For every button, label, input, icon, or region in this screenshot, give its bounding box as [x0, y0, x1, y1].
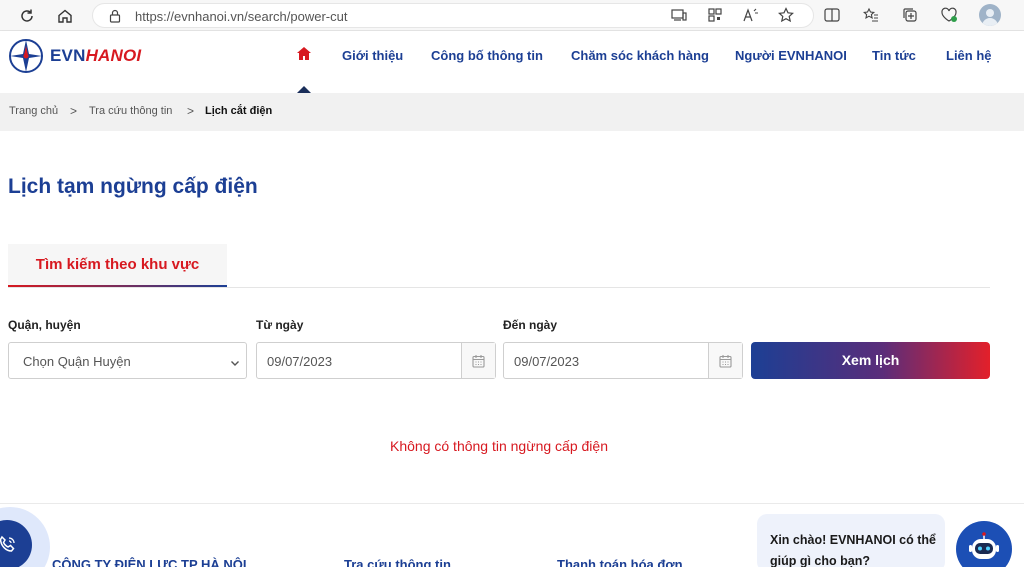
lock-icon: [109, 9, 121, 28]
breadcrumb: Trang chủ > Tra cứu thông tin > Lịch cắt…: [0, 93, 1024, 131]
qr-code-icon[interactable]: [706, 6, 724, 24]
calendar-icon[interactable]: [708, 343, 742, 378]
breadcrumb-home[interactable]: Trang chủ: [9, 105, 58, 117]
browser-essentials-icon[interactable]: [940, 6, 958, 24]
view-schedule-button[interactable]: Xem lịch: [751, 342, 990, 379]
view-schedule-label: Xem lịch: [841, 352, 900, 368]
app-available-icon[interactable]: [670, 6, 688, 24]
footer-lookup-heading: Tra cứu thông tin: [344, 557, 451, 567]
breadcrumb-tra-cuu[interactable]: Tra cứu thông tin: [89, 105, 172, 117]
url-text: https://evnhanoi.vn/search/power-cut: [135, 9, 348, 24]
chat-greeting-bubble[interactable]: Xin chào! EVNHANOI có thể giúp gì cho bạ…: [757, 514, 945, 567]
read-aloud-icon[interactable]: [742, 6, 760, 24]
favorite-star-icon[interactable]: [777, 6, 795, 24]
breadcrumb-separator: >: [187, 104, 195, 118]
profile-avatar[interactable]: [979, 4, 1001, 26]
footer-divider: [0, 503, 1024, 504]
chat-greeting-text: Xin chào! EVNHANOI có thể giúp gì cho bạ…: [770, 533, 936, 567]
menu-item-tin-tuc[interactable]: Tin tức: [872, 48, 916, 63]
chevron-down-icon: [230, 355, 240, 373]
from-date-value: 09/07/2023: [267, 354, 333, 369]
site-header: EVNHANOI Giới thiệu Công bố thông tin Ch…: [0, 31, 1024, 93]
page-title: Lịch tạm ngừng cấp điện: [8, 175, 258, 198]
tab-label: Tìm kiếm theo khu vực: [35, 256, 200, 273]
collections-icon[interactable]: [901, 6, 919, 24]
browser-toolbar: https://evnhanoi.vn/search/power-cut: [0, 0, 1024, 31]
favorites-list-icon[interactable]: [862, 6, 880, 24]
to-date-field[interactable]: 09/07/2023: [503, 342, 743, 379]
district-select[interactable]: Chọn Quận Huyện: [8, 342, 247, 379]
main-menu: Giới thiệu Công bố thông tin Chăm sóc kh…: [0, 48, 1024, 78]
district-select-value: Chọn Quận Huyện: [23, 354, 131, 369]
to-date-label: Đến ngày: [503, 318, 558, 332]
breadcrumb-separator: >: [70, 104, 78, 118]
menu-item-lien-he[interactable]: Liên hệ: [946, 48, 992, 63]
from-date-field[interactable]: 09/07/2023: [256, 342, 496, 379]
breadcrumb-current: Lịch cắt điện: [205, 105, 273, 117]
empty-result-message: Không có thông tin ngừng cấp điện: [390, 438, 608, 454]
menu-item-nguoi-evnhanoi[interactable]: Người EVNHANOI: [735, 48, 847, 63]
split-screen-icon[interactable]: [823, 6, 841, 24]
footer-company-heading: CÔNG TY ĐIỆN LỰC TP HÀ NỘI: [52, 557, 247, 567]
to-date-value: 09/07/2023: [514, 354, 580, 369]
chatbot-robot-icon[interactable]: [956, 521, 1012, 567]
district-label: Quận, huyện: [8, 318, 81, 332]
home-browser-icon[interactable]: [54, 5, 76, 27]
active-menu-indicator: [297, 86, 311, 93]
menu-item-cong-bo-thong-tin[interactable]: Công bố thông tin: [431, 48, 543, 63]
menu-item-cham-soc-khach-hang[interactable]: Chăm sóc khách hàng: [571, 48, 709, 63]
from-date-label: Từ ngày: [256, 318, 304, 332]
tab-search-by-area[interactable]: Tìm kiếm theo khu vực: [8, 244, 227, 288]
menu-item-gioi-thieu[interactable]: Giới thiệu: [342, 48, 403, 63]
footer-payment-heading: Thanh toán hóa đơn: [557, 557, 683, 567]
tab-divider: [8, 287, 990, 288]
refresh-icon[interactable]: [16, 5, 38, 27]
calendar-icon[interactable]: [461, 343, 495, 378]
